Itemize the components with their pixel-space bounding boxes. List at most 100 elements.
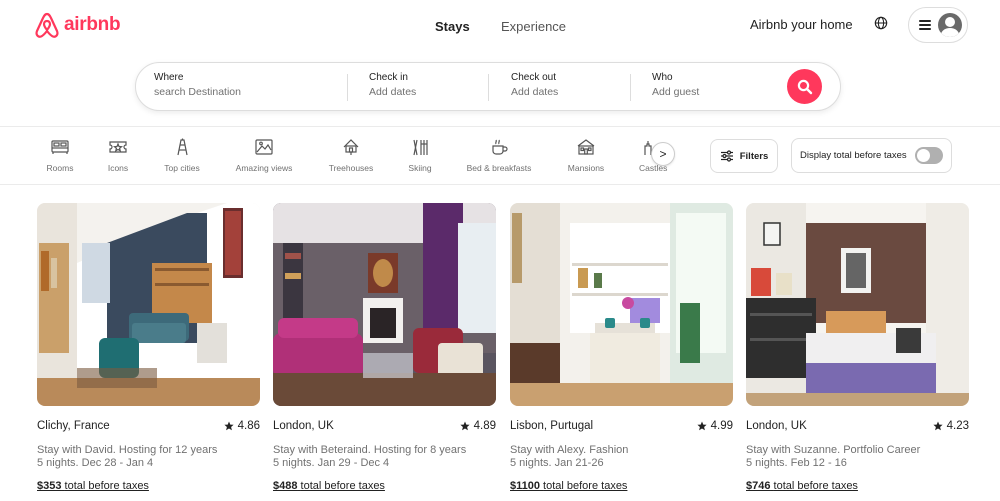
check-out-input[interactable]: Add dates — [511, 86, 558, 98]
where-label: Where — [154, 72, 184, 83]
hamburger-icon — [919, 20, 931, 30]
listing-host: Stay with Alexy. Fashion — [510, 444, 629, 456]
where-input[interactable]: search Destination — [154, 86, 241, 98]
listing-rating: 4.89 — [460, 420, 496, 432]
listing-price-link[interactable]: $746 total before taxes — [746, 480, 969, 492]
check-in-input[interactable]: Add dates — [369, 86, 416, 98]
price-suffix: total before taxes — [300, 480, 385, 492]
listing-dates: 5 nights. Feb 12 - 16 — [746, 457, 847, 469]
star-icon — [224, 421, 234, 431]
star-icon — [460, 421, 470, 431]
avatar — [938, 13, 962, 37]
listing-photo[interactable] — [746, 203, 969, 406]
listing-dates: 5 nights. Dec 28 - Jan 4 — [37, 457, 154, 469]
listing-host: Stay with Suzanne. Portfolio Career — [746, 444, 921, 456]
star-icon — [933, 421, 943, 431]
airbnb-your-home-link[interactable]: Airbnb your home — [750, 17, 853, 32]
taxes-toggle-label: Display total before taxes — [800, 150, 907, 161]
header-divider — [0, 126, 1000, 127]
nav-stays[interactable]: Stays — [435, 19, 470, 34]
category-label: Amazing views — [235, 163, 293, 173]
search-bar: Where search Destination Check in Add da… — [135, 62, 841, 111]
nav-experience[interactable]: Experience — [501, 19, 566, 34]
logo-text: airbnb — [64, 14, 121, 35]
category-label: Treehouses — [328, 163, 374, 173]
category-label: Bed & breakfasts — [466, 163, 532, 173]
listing-price: $353 — [37, 480, 62, 492]
search-check-out[interactable]: Check out Add dates — [511, 72, 558, 98]
check-in-label: Check in — [369, 72, 408, 83]
category-amazing-views[interactable]: Amazing views — [224, 138, 304, 173]
category-treehouses[interactable]: Treehouses — [311, 138, 391, 173]
listing-dates: 5 nights. Jan 29 - Dec 4 — [273, 457, 390, 469]
rating-value: 4.23 — [946, 420, 969, 432]
listing-price-link[interactable]: $353 total before taxes — [37, 480, 260, 492]
search-where[interactable]: Where search Destination — [154, 72, 241, 98]
globe-icon[interactable] — [874, 16, 888, 30]
price-suffix: total before taxes — [543, 480, 628, 492]
listing-price: $1100 — [510, 480, 540, 492]
search-divider — [630, 74, 631, 101]
search-divider — [488, 74, 489, 101]
category-top-cities[interactable]: Top cities — [142, 138, 222, 173]
who-label: Who — [652, 72, 673, 83]
filters-button[interactable]: Filters — [710, 139, 778, 173]
mansion-icon — [577, 139, 595, 155]
category-bed-and-breakfasts[interactable]: Bed & breakfasts — [459, 138, 539, 173]
listing-host: Stay with Beteraind. Hosting for 8 years — [273, 444, 467, 456]
tower-icon — [177, 138, 188, 156]
bed-icon — [51, 140, 69, 154]
star-icon — [697, 421, 707, 431]
coffee-icon — [492, 139, 508, 155]
listing-location: London, UK — [746, 420, 807, 432]
category-label: Skiing — [408, 163, 432, 173]
taxes-toggle[interactable] — [915, 147, 943, 164]
price-suffix: total before taxes — [64, 480, 149, 492]
listing-price: $488 — [273, 480, 298, 492]
listing-rating: 4.23 — [933, 420, 969, 432]
listing-location: Lisbon, Purtugal — [510, 420, 594, 432]
price-suffix: total before taxes — [773, 480, 858, 492]
listing-card[interactable]: London, UK 4.89 Stay with Beteraind. Hos… — [273, 203, 496, 492]
listing-location: London, UK — [273, 420, 334, 432]
who-input[interactable]: Add guest — [652, 86, 699, 98]
listing-card[interactable]: London, UK 4.23 Stay with Suzanne. Portf… — [746, 203, 969, 492]
listing-location: Clichy, France — [37, 420, 110, 432]
search-icon — [797, 79, 812, 94]
listing-card[interactable]: Clichy, France 4.86 Stay with David. Hos… — [37, 203, 260, 492]
filters-label: Filters — [739, 150, 769, 162]
rating-value: 4.86 — [237, 420, 260, 432]
rating-value: 4.99 — [710, 420, 733, 432]
rating-value: 4.89 — [473, 420, 496, 432]
listing-rating: 4.99 — [697, 420, 733, 432]
category-next-button[interactable]: > — [651, 142, 675, 166]
listing-photo[interactable] — [37, 203, 260, 406]
listing-price-link[interactable]: $1100 total before taxes — [510, 480, 733, 492]
category-skiing[interactable]: Skiing — [380, 138, 460, 173]
airbnb-logo-icon — [35, 12, 59, 38]
listing-rating: 4.86 — [224, 420, 260, 432]
taxes-toggle-container: Display total before taxes — [791, 138, 952, 173]
picture-icon — [255, 139, 273, 155]
ticket-icon — [109, 141, 127, 153]
check-out-label: Check out — [511, 72, 557, 83]
listing-dates: 5 nights. Jan 21-26 — [510, 457, 604, 469]
category-label: Top cities — [164, 163, 200, 173]
category-divider — [0, 184, 1000, 185]
sliders-icon — [720, 150, 733, 162]
treehouse-icon — [343, 139, 359, 155]
search-divider — [347, 74, 348, 101]
listing-price: $746 — [746, 480, 771, 492]
airbnb-logo[interactable]: airbnb — [34, 11, 121, 39]
listing-host: Stay with David. Hosting for 12 years — [37, 444, 218, 456]
listing-photo[interactable] — [510, 203, 733, 406]
search-button[interactable] — [787, 69, 822, 104]
listing-photo[interactable] — [273, 203, 496, 406]
user-menu-button[interactable] — [908, 7, 968, 43]
listing-card[interactable]: Lisbon, Purtugal 4.99 Stay with Alexy. F… — [510, 203, 733, 492]
ski-icon — [413, 139, 428, 156]
listing-price-link[interactable]: $488 total before taxes — [273, 480, 496, 492]
category-label: Castles — [639, 163, 668, 173]
search-who[interactable]: Who Add guest — [652, 72, 699, 98]
search-check-in[interactable]: Check in Add dates — [369, 72, 416, 98]
